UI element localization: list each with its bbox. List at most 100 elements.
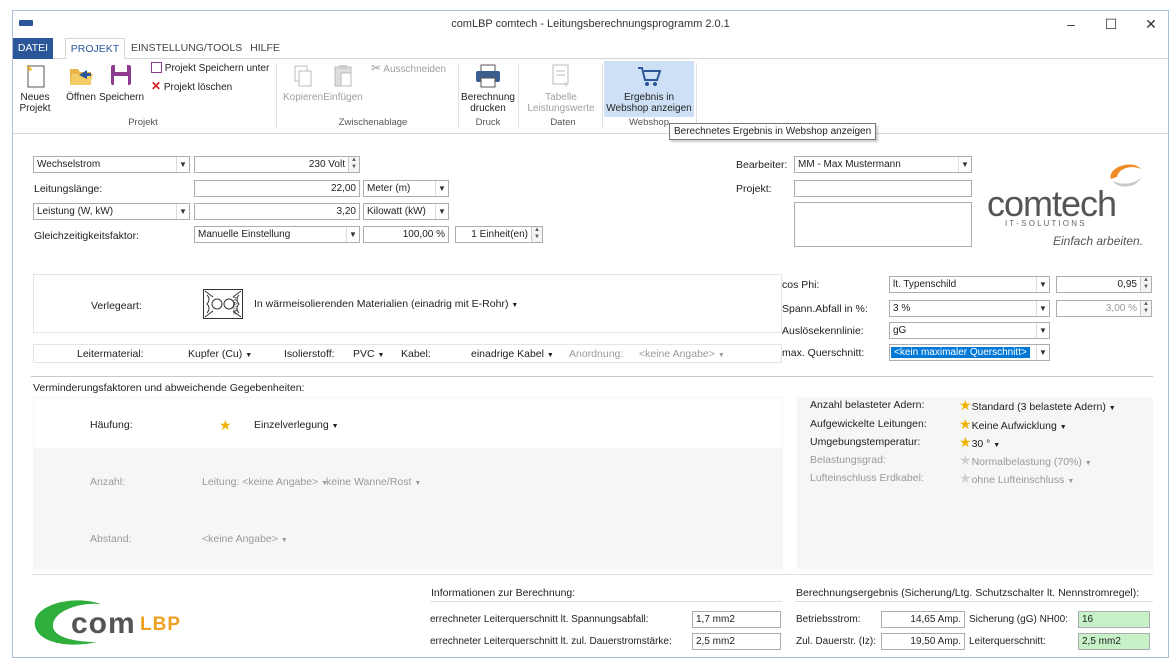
chevron-down-icon[interactable]: ▼ <box>1036 323 1049 338</box>
load-degree-dropdown[interactable]: ★Normalbelastung (70%) ▼ <box>959 453 1092 468</box>
voltage-drop-mode-select[interactable]: 3 % ▼ <box>889 300 1050 317</box>
open-button[interactable]: Öffnen <box>61 61 101 103</box>
bundling-dropdown[interactable]: Einzelverlegung ▼ <box>254 419 339 431</box>
cos-phi-stepper[interactable]: 0,95 ▲ ▼ <box>1056 276 1152 293</box>
tray-dropdown[interactable]: keine Wanne/Rost ▼ <box>326 476 421 488</box>
arrangement-dropdown[interactable]: <keine Angabe> ▼ <box>639 348 725 360</box>
bundling-label: Häufung: <box>90 419 133 431</box>
cut-button[interactable]: ✂ Ausschneiden <box>371 62 451 75</box>
chevron-down-icon[interactable]: ▼ <box>176 204 189 219</box>
tab-hilfe[interactable]: HILFE <box>245 38 285 59</box>
voltage-value: 230 Volt <box>308 159 345 170</box>
save-button[interactable]: Speichern <box>99 61 145 103</box>
installation-type-dropdown[interactable]: RAUM In wärmeisolierenden Materialien (e… <box>203 289 523 319</box>
trip-curve-select[interactable]: gG ▼ <box>889 322 1050 339</box>
simultaneity-mode-select[interactable]: Manuelle Einstellung ▼ <box>194 226 360 243</box>
voltage-drop-stepper[interactable]: 3,00 % ▲ ▼ <box>1056 300 1152 317</box>
voltage-stepper[interactable]: 230 Volt ▲ ▼ <box>194 156 360 173</box>
units-stepper[interactable]: 1 Einheit(en) ▲ ▼ <box>455 226 543 243</box>
project-name-field[interactable] <box>794 180 972 197</box>
loaded-cores-value: Standard (3 belastete Adern) <box>971 401 1106 413</box>
menu-bar: DATEI PROJEKT EINSTELLUNG/TOOLS HILFE <box>13 38 1168 60</box>
tab-datei[interactable]: DATEI <box>13 38 53 59</box>
ambient-temp-label: Umgebungstemperatur: <box>810 436 921 448</box>
fuse-label: Sicherung (gG) NH00: <box>969 614 1068 625</box>
maximize-button[interactable]: ☐ <box>1091 14 1131 34</box>
allowed-current-value: 19,50 Amp. <box>910 636 961 647</box>
power-field[interactable]: 3,20 <box>194 203 360 220</box>
length-unit-select[interactable]: Meter (m) ▼ <box>363 180 449 197</box>
spin-updown-icon[interactable]: ▲ ▼ <box>1140 301 1151 316</box>
dropdown-arrow-icon: ▼ <box>377 352 385 359</box>
simultaneity-value-field[interactable]: 100,00 % <box>363 226 449 243</box>
save-label: Speichern <box>99 92 145 103</box>
conductor-material-value: Kupfer (Cu) <box>188 348 243 360</box>
cs-voltage-drop-value: 1,7 mm2 <box>696 614 735 625</box>
new-document-icon <box>25 63 45 88</box>
spacing-dropdown[interactable]: <keine Angabe> ▼ <box>202 533 288 545</box>
arrangement-label: Anordnung: <box>569 348 624 360</box>
conductor-material-dropdown[interactable]: Kupfer (Cu) ▼ <box>188 348 252 360</box>
air-inclusion-dropdown[interactable]: ★ohne Lufteinschluss ▼ <box>959 471 1074 486</box>
save-as-button[interactable]: Projekt Speichern unter <box>151 62 275 74</box>
section-divider <box>31 574 1153 575</box>
chevron-down-icon[interactable]: ▼ <box>435 204 448 219</box>
loaded-cores-dropdown[interactable]: ★Standard (3 belastete Adern) ▼ <box>959 397 1116 413</box>
paste-button[interactable]: Einfügen <box>321 63 365 103</box>
trip-curve-label: Auslösekennlinie: <box>782 325 864 337</box>
max-cross-section-select[interactable]: <kein maximaler Querschnitt> ▼ <box>889 344 1050 361</box>
ambient-temp-value: 30 ° <box>971 438 991 450</box>
paste-label: Einfügen <box>323 92 363 103</box>
spin-updown-icon[interactable]: ▲ ▼ <box>348 157 359 172</box>
chevron-down-icon[interactable]: ▼ <box>1036 277 1049 292</box>
cable-length-field[interactable]: 22,00 <box>194 180 360 197</box>
chevron-down-icon[interactable]: ▼ <box>435 181 448 196</box>
close-button[interactable]: ✕ <box>1131 14 1171 34</box>
print-calculation-button[interactable]: Berechnung drucken <box>461 63 515 114</box>
chevron-down-icon[interactable]: ▼ <box>346 227 359 242</box>
max-cross-section-value: <kein maximaler Querschnitt> <box>891 347 1030 358</box>
load-degree-label: Belastungsgrad: <box>810 454 886 466</box>
power-unit-select[interactable]: Kilowatt (kW) ▼ <box>363 203 449 220</box>
minimize-button[interactable]: – <box>1051 14 1091 34</box>
coiled-cables-dropdown[interactable]: ★Keine Aufwicklung ▼ <box>959 417 1067 432</box>
voltage-drop-mode-value: 3 % <box>893 303 911 314</box>
app-window: comLBP comtech - Leitungsberechnungsprog… <box>12 10 1169 658</box>
editor-select[interactable]: MM - Max Mustermann ▼ <box>794 156 972 173</box>
power-unit-value: Kilowatt (kW) <box>367 206 426 217</box>
power-type-select[interactable]: Leistung (W, kW) ▼ <box>33 203 190 220</box>
insulation-dropdown[interactable]: PVC ▼ <box>353 348 384 360</box>
ambient-temp-dropdown[interactable]: ★30 ° ▼ <box>959 435 1000 450</box>
copy-button[interactable]: Kopieren <box>281 63 325 103</box>
delete-project-button[interactable]: ✕ Projekt löschen <box>151 80 275 93</box>
insulated-pipe-icon <box>203 289 243 319</box>
section-divider <box>31 376 1153 377</box>
spacing-value: <keine Angabe> <box>202 533 278 545</box>
count-cable-dropdown[interactable]: Leitung: <keine Angabe> ▼ <box>202 476 328 488</box>
tab-einstellung-tools[interactable]: EINSTELLUNG/TOOLS <box>131 38 242 59</box>
star-icon: ★ <box>959 397 972 413</box>
tab-projekt[interactable]: PROJEKT <box>65 38 125 60</box>
webshop-result-button[interactable]: Ergebnis in Webshop anzeigen <box>604 61 694 117</box>
cable-dropdown[interactable]: einadrige Kabel ▼ <box>471 348 554 360</box>
chevron-down-icon[interactable]: ▼ <box>1036 301 1049 316</box>
operating-current-label: Betriebsstrom: <box>796 614 861 625</box>
comlbp-logo: com LBP <box>31 596 191 651</box>
dropdown-arrow-icon: ▼ <box>546 352 554 359</box>
chevron-down-icon[interactable]: ▼ <box>1036 345 1049 360</box>
info-divider <box>430 601 782 602</box>
copy-label: Kopieren <box>282 92 324 103</box>
new-project-button[interactable]: Neues Projekt <box>17 61 55 114</box>
folder-open-icon <box>70 69 93 85</box>
installation-type-value: In wärmeisolierenden Materialien (einadr… <box>254 298 518 310</box>
chevron-down-icon[interactable]: ▼ <box>958 157 971 172</box>
spin-updown-icon[interactable]: ▲ ▼ <box>531 227 542 242</box>
cs-continuous-label: errechneter Leiterquerschnitt lt. zul. D… <box>430 636 672 647</box>
table-values-button[interactable]: + Tabelle Leistungswerte <box>523 63 599 114</box>
project-notes-field[interactable] <box>794 202 972 247</box>
chevron-down-icon[interactable]: ▼ <box>176 157 189 172</box>
current-type-select[interactable]: Wechselstrom ▼ <box>33 156 190 173</box>
installation-type-label: Verlegeart: <box>91 300 142 312</box>
spin-updown-icon[interactable]: ▲ ▼ <box>1140 277 1151 292</box>
cos-phi-mode-select[interactable]: lt. Typenschild ▼ <box>889 276 1050 293</box>
